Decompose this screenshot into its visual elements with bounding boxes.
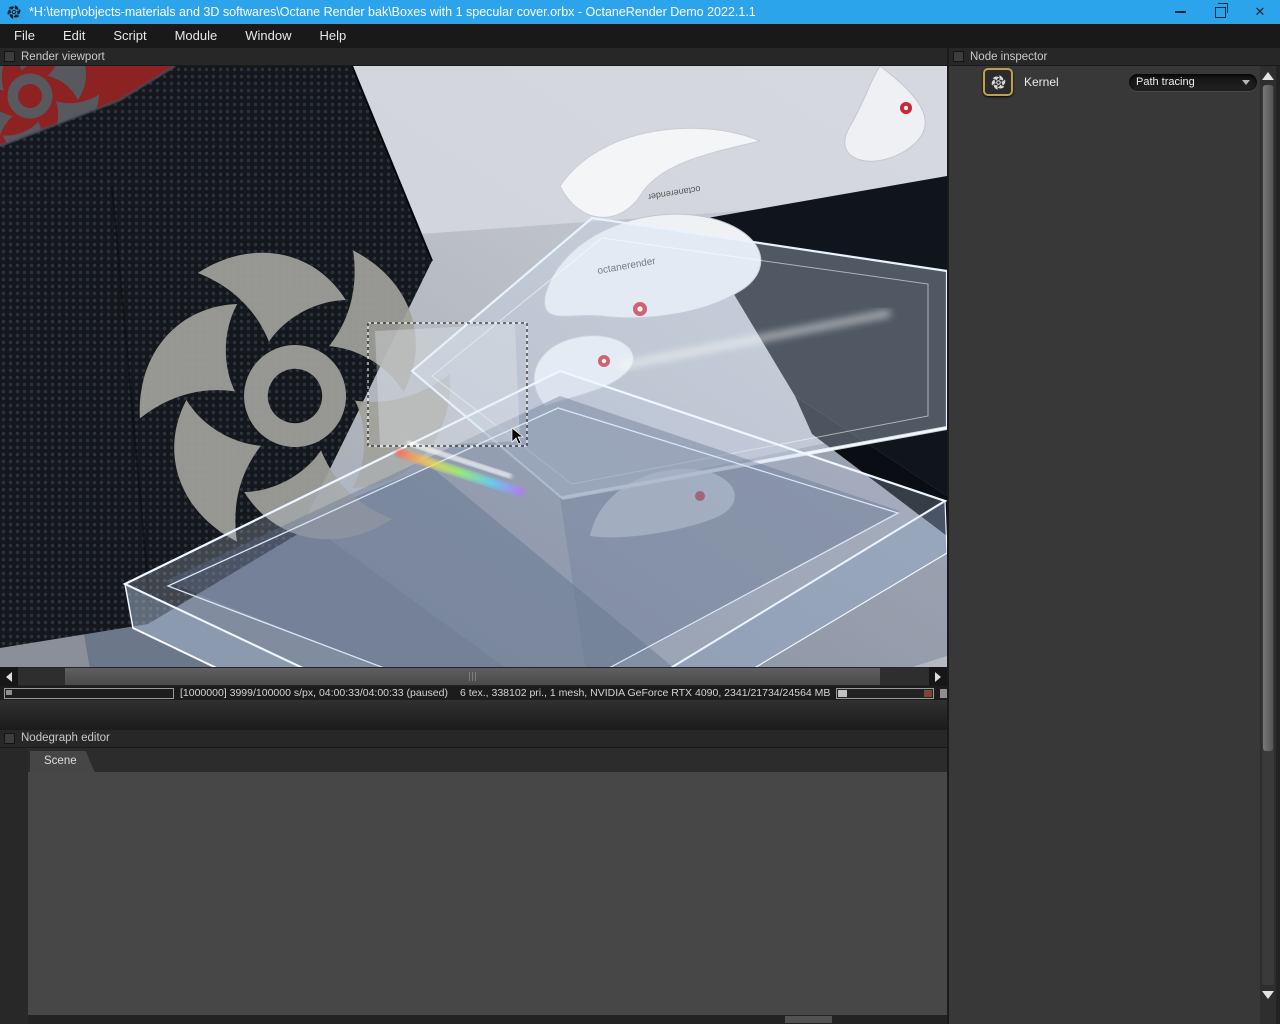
inspector-content: Kernel Path tracing <box>979 66 1260 1024</box>
menu-module[interactable]: Module <box>161 24 232 48</box>
inspector-vscrollbar[interactable] <box>1260 66 1276 1024</box>
nodegraph-hscrollbar[interactable] <box>28 1014 947 1024</box>
nodegraph-hscroll-thumb[interactable] <box>785 1015 832 1023</box>
nodegraph-toolbar <box>0 747 28 1024</box>
panel-grip-icon <box>953 51 964 62</box>
inspector-pin-toolbar <box>949 66 979 1024</box>
render-progress-bar <box>4 687 174 699</box>
node-inspector-title: Node inspector <box>970 50 1048 63</box>
render-scene[interactable]: octanerender octanerender <box>0 66 947 668</box>
kernel-node-icon[interactable] <box>983 68 1013 96</box>
minimize-button[interactable] <box>1160 0 1200 24</box>
scroll-down-button[interactable] <box>1262 987 1275 1002</box>
render-toolbar <box>0 700 947 730</box>
menu-help[interactable]: Help <box>305 24 360 48</box>
nodegraph-title: Nodegraph editor <box>21 732 110 745</box>
menu-bar: File Edit Script Module Window Help <box>0 24 1280 48</box>
app-icon <box>6 4 22 20</box>
vram-usage-bar <box>836 687 935 699</box>
window-title: *H:\temp\objects-materials and 3D softwa… <box>29 5 756 19</box>
restore-button[interactable] <box>1200 0 1240 24</box>
hscroll-track[interactable] <box>18 668 929 686</box>
menu-file[interactable]: File <box>0 24 49 48</box>
scroll-up-button[interactable] <box>1262 68 1275 83</box>
render-viewport-header[interactable]: Render viewport <box>0 48 947 66</box>
render-stats-text: 6 tex., 338102 pri., 1 mesh, NVIDIA GeFo… <box>459 687 831 700</box>
close-button[interactable]: ✕ <box>1240 0 1280 24</box>
menu-edit[interactable]: Edit <box>49 24 99 48</box>
nodegraph-canvas[interactable] <box>28 771 947 1015</box>
kernel-label: Kernel <box>1024 75 1059 89</box>
render-viewport-title: Render viewport <box>21 50 105 63</box>
vscroll-track[interactable] <box>1262 85 1274 985</box>
menu-window[interactable]: Window <box>231 24 305 48</box>
node-inspector-header[interactable]: Node inspector <box>949 48 1280 66</box>
render-progress-text: [1000000] 3999/100000 s/px, 04:00:33/04:… <box>180 687 448 700</box>
nodegraph-header[interactable]: Nodegraph editor <box>0 729 947 748</box>
kernel-type-dropdown[interactable]: Path tracing <box>1129 73 1257 91</box>
title-bar[interactable]: *H:\temp\objects-materials and 3D softwa… <box>0 0 1280 24</box>
hscroll-thumb[interactable] <box>65 668 880 686</box>
menu-script[interactable]: Script <box>99 24 160 48</box>
panel-grip-icon <box>4 51 15 62</box>
tab-scene[interactable]: Scene <box>30 751 95 772</box>
render-status-bar: [1000000] 3999/100000 s/px, 04:00:33/04:… <box>0 686 949 701</box>
scroll-left-button[interactable] <box>0 667 18 687</box>
viewport-hscrollbar[interactable] <box>0 667 947 687</box>
vscroll-thumb[interactable] <box>1263 85 1273 751</box>
scroll-right-button[interactable] <box>929 667 947 687</box>
panel-grip-icon <box>4 732 15 744</box>
render-viewport[interactable]: octanerender octanerender <box>0 66 947 668</box>
nodegraph-tabs: Scene <box>28 747 947 772</box>
kernel-node-row: Kernel Path tracing <box>983 68 1257 96</box>
